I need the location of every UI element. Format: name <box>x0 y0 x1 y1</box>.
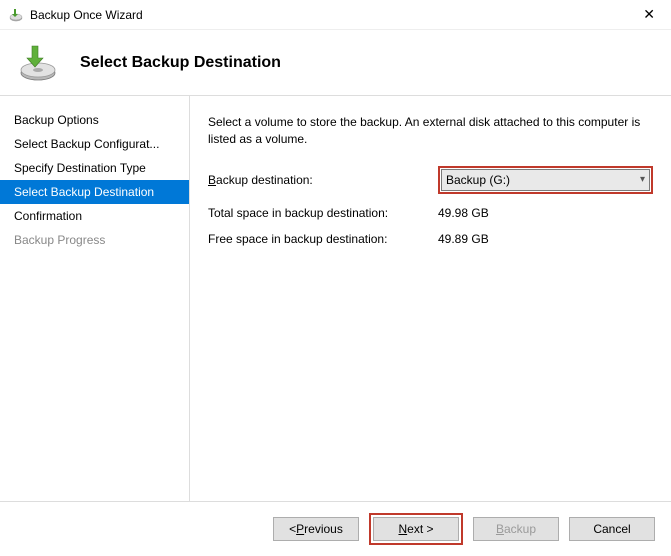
wizard-window: Backup Once Wizard ✕ Select Backup Desti… <box>0 0 671 556</box>
window-title: Backup Once Wizard <box>30 8 143 22</box>
chevron-down-icon: ▾ <box>640 174 645 185</box>
page-title: Select Backup Destination <box>80 54 281 72</box>
backup-destination-label: Backup destination: <box>208 173 438 187</box>
next-button-highlight: Next > <box>369 513 463 545</box>
sidebar-item-select-backup-config[interactable]: Select Backup Configurat... <box>0 132 189 156</box>
backup-destination-value: Backup (G:) <box>446 173 510 187</box>
backup-header-icon <box>18 43 58 83</box>
app-icon <box>8 7 24 23</box>
sidebar-item-select-backup-destination[interactable]: Select Backup Destination <box>0 180 189 204</box>
backup-destination-highlight: Backup (G:) ▾ <box>438 166 653 194</box>
next-button[interactable]: Next > <box>373 517 459 541</box>
free-space-value: 49.89 GB <box>438 232 653 246</box>
sidebar-item-confirmation[interactable]: Confirmation <box>0 204 189 228</box>
close-button[interactable]: ✕ <box>635 4 663 25</box>
free-space-label: Free space in backup destination: <box>208 232 438 246</box>
wizard-footer: < Previous Next > Backup Cancel <box>0 501 671 556</box>
wizard-body: Backup Options Select Backup Configurat.… <box>0 96 671 501</box>
backup-destination-dropdown[interactable]: Backup (G:) ▾ <box>441 169 650 191</box>
total-space-label: Total space in backup destination: <box>208 206 438 220</box>
sidebar-item-backup-options[interactable]: Backup Options <box>0 108 189 132</box>
previous-button[interactable]: < Previous <box>273 517 359 541</box>
free-space-row: Free space in backup destination: 49.89 … <box>208 232 653 246</box>
backup-destination-row: Backup destination: Backup (G:) ▾ <box>208 166 653 194</box>
total-space-value: 49.98 GB <box>438 206 653 220</box>
total-space-row: Total space in backup destination: 49.98… <box>208 206 653 220</box>
wizard-header: Select Backup Destination <box>0 30 671 96</box>
description-text: Select a volume to store the backup. An … <box>208 114 653 148</box>
wizard-steps-sidebar: Backup Options Select Backup Configurat.… <box>0 96 190 501</box>
backup-button: Backup <box>473 517 559 541</box>
sidebar-item-backup-progress: Backup Progress <box>0 228 189 252</box>
cancel-button[interactable]: Cancel <box>569 517 655 541</box>
titlebar: Backup Once Wizard ✕ <box>0 0 671 30</box>
wizard-content: Select a volume to store the backup. An … <box>190 96 671 501</box>
sidebar-item-specify-destination-type[interactable]: Specify Destination Type <box>0 156 189 180</box>
